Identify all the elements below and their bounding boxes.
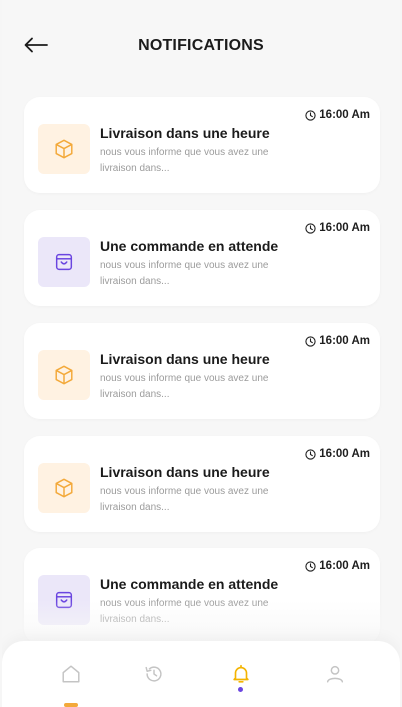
notification-card[interactable]: 16:00 Am Une commande en attende nous vo…	[24, 210, 380, 306]
shopping-bag-icon	[55, 591, 73, 609]
description-line: livraison dans...	[100, 614, 170, 625]
description-line: nous vous informe que vous avez une	[100, 598, 269, 609]
notification-card[interactable]: 16:00 Am Livraison dans une heure nous v…	[24, 436, 380, 532]
notification-time: 16:00 Am	[305, 222, 370, 234]
clock-icon	[305, 222, 316, 234]
notification-title: Livraison dans une heure	[100, 125, 270, 141]
description-line: livraison dans...	[100, 502, 170, 513]
box-icon	[55, 139, 73, 159]
active-indicator	[238, 687, 243, 692]
notification-time: 16:00 Am	[305, 335, 370, 347]
notification-description: nous vous informe que vous avez une livr…	[100, 258, 310, 290]
time-label: 16:00 Am	[319, 222, 370, 234]
shopping-bag-icon	[55, 253, 73, 271]
notification-title: Une commande en attende	[100, 576, 279, 592]
notification-card[interactable]: 16:00 Am Une commande en attende nous vo…	[24, 548, 380, 644]
clock-icon	[305, 448, 316, 460]
clock-icon	[305, 109, 316, 121]
notification-title: Livraison dans une heure	[100, 351, 270, 367]
clock-icon	[305, 335, 316, 347]
notification-time: 16:00 Am	[305, 109, 370, 121]
bell-icon	[233, 664, 249, 683]
notification-icon-container	[38, 237, 90, 287]
nav-home[interactable]	[56, 659, 86, 689]
description-line: livraison dans...	[100, 389, 170, 400]
description-line: nous vous informe que vous avez une	[100, 373, 269, 384]
history-icon	[145, 666, 162, 682]
nav-history[interactable]	[139, 659, 169, 689]
description-line: livraison dans...	[100, 276, 170, 287]
notification-title: Une commande en attende	[100, 238, 279, 254]
notification-icon-container	[38, 124, 90, 174]
nav-notifications[interactable]	[226, 659, 256, 689]
home-icon	[62, 665, 80, 683]
notification-time: 16:00 Am	[305, 448, 370, 460]
description-line: nous vous informe que vous avez une	[100, 147, 269, 158]
bottom-nav	[2, 641, 400, 707]
time-label: 16:00 Am	[319, 448, 370, 460]
description-line: livraison dans...	[100, 163, 170, 174]
notification-icon-container	[38, 350, 90, 400]
description-line: nous vous informe que vous avez une	[100, 260, 269, 271]
notifications-screen: NOTIFICATIONS 16:00 Am Livraison dans un…	[2, 0, 400, 707]
header: NOTIFICATIONS	[2, 0, 400, 90]
notification-card[interactable]: 16:00 Am Livraison dans une heure nous v…	[24, 323, 380, 419]
notification-icon-container	[38, 463, 90, 513]
notification-description: nous vous informe que vous avez une livr…	[100, 596, 310, 628]
time-label: 16:00 Am	[319, 335, 370, 347]
notification-description: nous vous informe que vous avez une livr…	[100, 145, 310, 177]
notification-description: nous vous informe que vous avez une livr…	[100, 371, 310, 403]
partial-icon	[64, 703, 78, 707]
notification-description: nous vous informe que vous avez une livr…	[100, 484, 310, 516]
page-title: NOTIFICATIONS	[138, 37, 264, 54]
box-icon	[55, 478, 73, 498]
time-label: 16:00 Am	[319, 560, 370, 572]
user-icon	[326, 665, 344, 683]
notification-time: 16:00 Am	[305, 560, 370, 572]
notification-title: Livraison dans une heure	[100, 464, 270, 480]
description-line: nous vous informe que vous avez une	[100, 486, 269, 497]
notification-card[interactable]: 16:00 Am Livraison dans une heure nous v…	[24, 97, 380, 193]
clock-icon	[305, 560, 316, 572]
notification-icon-container	[38, 575, 90, 625]
time-label: 16:00 Am	[319, 109, 370, 121]
nav-profile[interactable]	[320, 659, 350, 689]
box-icon	[55, 365, 73, 385]
